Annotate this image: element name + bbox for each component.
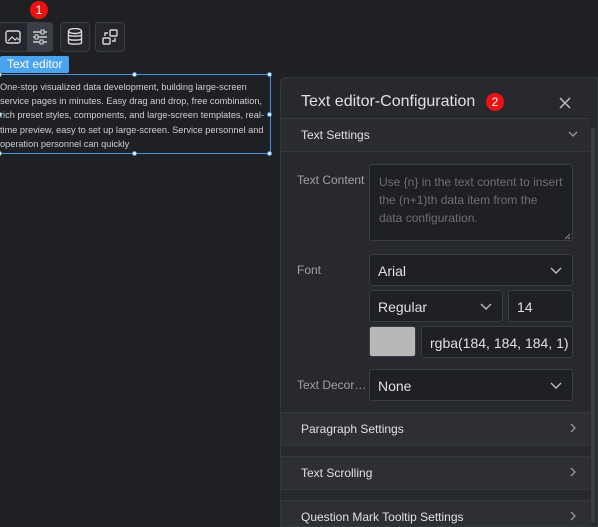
chevron-right-icon xyxy=(570,511,576,521)
font-family-value: Arial xyxy=(378,263,407,279)
resize-handle[interactable] xyxy=(0,72,2,77)
text-editor-content: One-stop visualized data development, bu… xyxy=(0,82,265,149)
component-name-chip: Text editor xyxy=(0,56,70,73)
panel-title: Text editor-Configuration xyxy=(301,93,476,110)
chevron-down-icon xyxy=(550,267,562,274)
font-size-input[interactable]: 14 xyxy=(508,290,573,322)
text-decoration-value: None xyxy=(378,378,412,394)
interaction-icon xyxy=(102,29,118,45)
font-weight-select[interactable]: Regular xyxy=(369,290,503,322)
data-source-button[interactable] xyxy=(60,22,90,52)
chevron-down-icon xyxy=(568,131,578,137)
font-color-swatch[interactable] xyxy=(369,326,416,357)
text-decoration-select[interactable]: None xyxy=(369,369,573,401)
font-label: Font xyxy=(297,263,322,277)
section-text-settings[interactable]: Text Settings xyxy=(281,118,590,152)
chevron-down-icon xyxy=(550,382,562,389)
interaction-button[interactable] xyxy=(95,22,125,52)
layout-toolbar-group xyxy=(0,22,53,52)
resize-handle[interactable] xyxy=(132,151,137,156)
sliders-icon[interactable] xyxy=(27,23,53,51)
chevron-down-icon xyxy=(480,303,492,310)
step-badge-2: 2 xyxy=(486,93,504,111)
section-label: Text Scrolling xyxy=(301,466,373,480)
font-weight-value: Regular xyxy=(378,299,428,315)
text-content-label: Text Content xyxy=(297,173,365,187)
section-text-scrolling[interactable]: Text Scrolling xyxy=(281,456,590,490)
font-color-value: rgba(184, 184, 184, 1) xyxy=(430,335,569,351)
font-family-select[interactable]: Arial xyxy=(369,254,573,286)
section-label: Question Mark Tooltip Settings xyxy=(301,510,464,524)
image-icon[interactable] xyxy=(0,23,26,51)
close-icon[interactable] xyxy=(558,96,572,110)
resize-grip-icon xyxy=(564,233,571,240)
section-paragraph-settings[interactable]: Paragraph Settings xyxy=(281,412,590,446)
chevron-right-icon xyxy=(570,423,576,433)
chevron-right-icon xyxy=(570,467,576,477)
step-badge-1: 1 xyxy=(30,1,48,19)
text-decoration-label: Text Decor… xyxy=(297,378,367,392)
configuration-panel: Text editor-Configuration 2 Text Setting… xyxy=(280,77,598,527)
resize-handle[interactable] xyxy=(132,72,137,77)
resize-handle[interactable] xyxy=(267,151,272,156)
text-content-input[interactable]: Use {n} in the text content to insert th… xyxy=(369,164,573,241)
database-icon xyxy=(67,28,83,45)
font-color-input[interactable]: rgba(184, 184, 184, 1) xyxy=(421,326,573,358)
resize-handle[interactable] xyxy=(267,72,272,77)
font-size-value: 14 xyxy=(517,299,533,315)
resize-handle[interactable] xyxy=(0,151,2,156)
section-label: Text Settings xyxy=(301,128,370,142)
section-tooltip-settings[interactable]: Question Mark Tooltip Settings xyxy=(281,500,590,526)
section-label: Paragraph Settings xyxy=(301,422,404,436)
panel-scrollbar[interactable] xyxy=(591,128,595,523)
